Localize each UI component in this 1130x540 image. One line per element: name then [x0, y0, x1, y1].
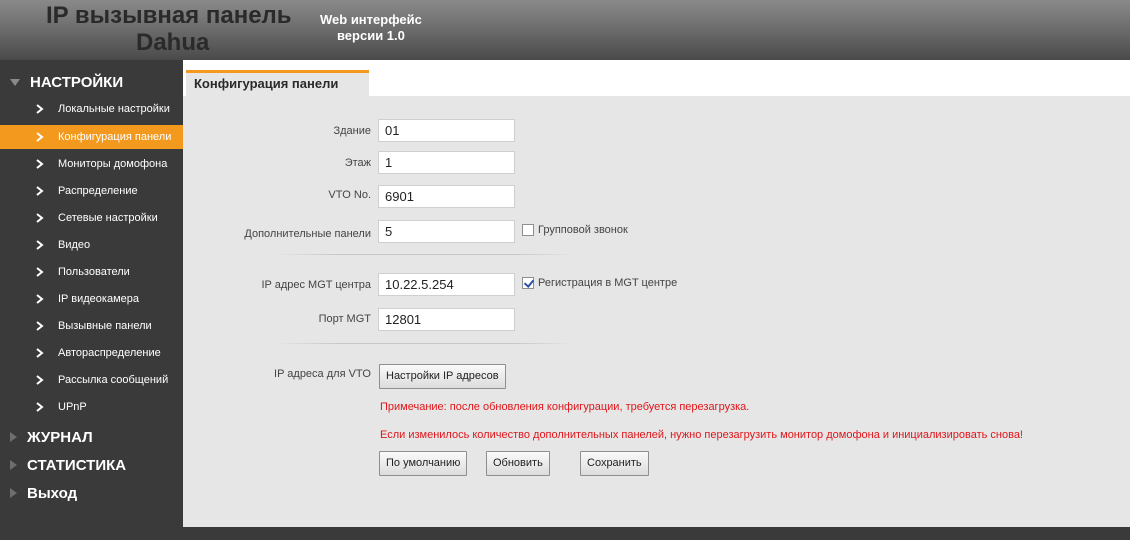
sidebar-item-video[interactable]: Видео — [0, 233, 183, 257]
default-button[interactable]: По умолчанию — [379, 451, 468, 476]
chevron-right-icon — [36, 321, 50, 331]
sidebar-section-settings[interactable]: НАСТРОЙКИ — [0, 68, 183, 96]
header-bar: IP вызывная панель Dahua Web интерфейс в… — [0, 0, 1130, 60]
mgt-register-label: Регистрация в MGT центре — [538, 277, 678, 289]
floor-label: Этаж — [344, 157, 371, 169]
restart-note: Примечание: после обновления конфигураци… — [380, 401, 750, 413]
chevron-right-icon — [36, 104, 50, 114]
mgt-port-label: Порт MGT — [318, 313, 371, 325]
mgt-register-checkbox-row[interactable]: Регистрация в MGT центре — [522, 277, 677, 289]
group-call-checkbox-row[interactable]: Групповой звонок — [522, 224, 628, 236]
sidebar-section-label: Выход — [27, 484, 78, 502]
refresh-button[interactable]: Обновить — [486, 451, 550, 476]
vto-number-input[interactable]: 6901 — [378, 185, 515, 208]
sidebar-item-message-broadcast[interactable]: Рассылка сообщений — [0, 368, 183, 392]
chevron-right-icon — [36, 159, 50, 169]
expand-arrow-icon — [10, 460, 17, 470]
chevron-right-icon — [36, 375, 50, 385]
app-title-brand: Dahua — [136, 29, 210, 56]
config-panel: Здание 01 Этаж 1 VTO No. 6901 Дополнител… — [183, 96, 1130, 527]
expand-arrow-icon — [10, 488, 17, 498]
sidebar-item-local-settings[interactable]: Локальные настройки — [0, 97, 183, 121]
chevron-right-icon — [36, 294, 50, 304]
chevron-right-icon — [36, 132, 50, 142]
app-title: IP вызывная панель Dahua — [46, 2, 292, 56]
sidebar-section-statistics[interactable]: СТАТИСТИКА — [0, 451, 183, 479]
sidebar-item-label: Видео — [58, 239, 91, 251]
sidebar-item-upnp[interactable]: UPnP — [0, 395, 183, 419]
mgt-ip-input[interactable]: 10.22.5.254 — [378, 273, 515, 296]
sidebar-section-label: ЖУРНАЛ — [27, 428, 93, 446]
sidebar-item-intercom-monitors[interactable]: Мониторы домофона — [0, 152, 183, 176]
sidebar-section-label: СТАТИСТИКА — [27, 456, 127, 474]
sidebar-item-label: Автораспределение — [58, 347, 161, 359]
sidebar-item-label: Сетевые настройки — [58, 212, 158, 224]
chevron-right-icon — [36, 402, 50, 412]
vto-number-label: VTO No. — [328, 189, 371, 201]
sidebar-item-network-settings[interactable]: Сетевые настройки — [0, 206, 183, 230]
sidebar-item-label: Пользователи — [58, 266, 130, 278]
sidebar-section-exit[interactable]: Выход — [0, 479, 183, 507]
group-call-label: Групповой звонок — [538, 224, 628, 236]
sidebar: НАСТРОЙКИ Локальные настройки Конфигурац… — [0, 60, 183, 540]
chevron-right-icon — [36, 267, 50, 277]
building-label: Здание — [333, 125, 371, 137]
sidebar-section-log[interactable]: ЖУРНАЛ — [0, 423, 183, 451]
reinit-warning: Если изменилось количество дополнительны… — [380, 429, 1023, 441]
mgt-port-input[interactable]: 12801 — [378, 308, 515, 331]
extra-panels-input[interactable]: 5 — [378, 220, 515, 243]
sidebar-item-label: Конфигурация панели — [58, 131, 172, 143]
footer-bar — [183, 527, 1130, 540]
sidebar-item-panel-config[interactable]: Конфигурация панели — [0, 125, 183, 149]
separator — [276, 254, 576, 255]
sidebar-item-users[interactable]: Пользователи — [0, 260, 183, 284]
expand-arrow-icon — [10, 432, 17, 442]
save-button[interactable]: Сохранить — [580, 451, 649, 476]
building-input[interactable]: 01 — [378, 119, 515, 142]
sidebar-item-label: Мониторы домофона — [58, 158, 168, 170]
extra-panels-label: Дополнительные панели — [244, 228, 371, 240]
app-subtitle-line1: Web интерфейс — [320, 12, 422, 27]
tab-panel-config[interactable]: Конфигурация панели — [186, 70, 369, 96]
sidebar-item-auto-distribution[interactable]: Автораспределение — [0, 341, 183, 365]
chevron-right-icon — [36, 348, 50, 358]
sidebar-section-label: НАСТРОЙКИ — [30, 73, 124, 91]
chevron-right-icon — [36, 240, 50, 250]
sidebar-item-call-panels[interactable]: Вызывные панели — [0, 314, 183, 338]
group-call-checkbox[interactable] — [522, 224, 534, 236]
chevron-right-icon — [36, 186, 50, 196]
collapse-arrow-icon — [10, 78, 20, 86]
chevron-right-icon — [36, 213, 50, 223]
mgt-register-checkbox[interactable] — [522, 277, 534, 289]
ip-settings-button[interactable]: Настройки IP адресов — [379, 364, 506, 389]
app-subtitle-line2: версии 1.0 — [336, 28, 405, 43]
sidebar-item-label: Локальные настройки — [58, 103, 170, 115]
sidebar-item-ip-camera[interactable]: IP видеокамера — [0, 287, 183, 311]
floor-input[interactable]: 1 — [378, 151, 515, 174]
sidebar-item-label: UPnP — [58, 401, 87, 413]
app-title-line1: IP вызывная панель — [46, 2, 292, 29]
sidebar-item-label: Рассылка сообщений — [58, 374, 169, 386]
sidebar-item-label: IP видеокамера — [58, 293, 139, 305]
sidebar-item-label: Вызывные панели — [58, 320, 152, 332]
vto-ip-label: IP адреса для VTO — [274, 368, 371, 380]
separator — [276, 343, 576, 344]
app-subtitle: Web интерфейс версии 1.0 — [320, 12, 422, 44]
sidebar-item-distribution[interactable]: Распределение — [0, 179, 183, 203]
sidebar-item-label: Распределение — [58, 185, 138, 197]
mgt-ip-label: IP адрес MGT центра — [261, 279, 371, 291]
